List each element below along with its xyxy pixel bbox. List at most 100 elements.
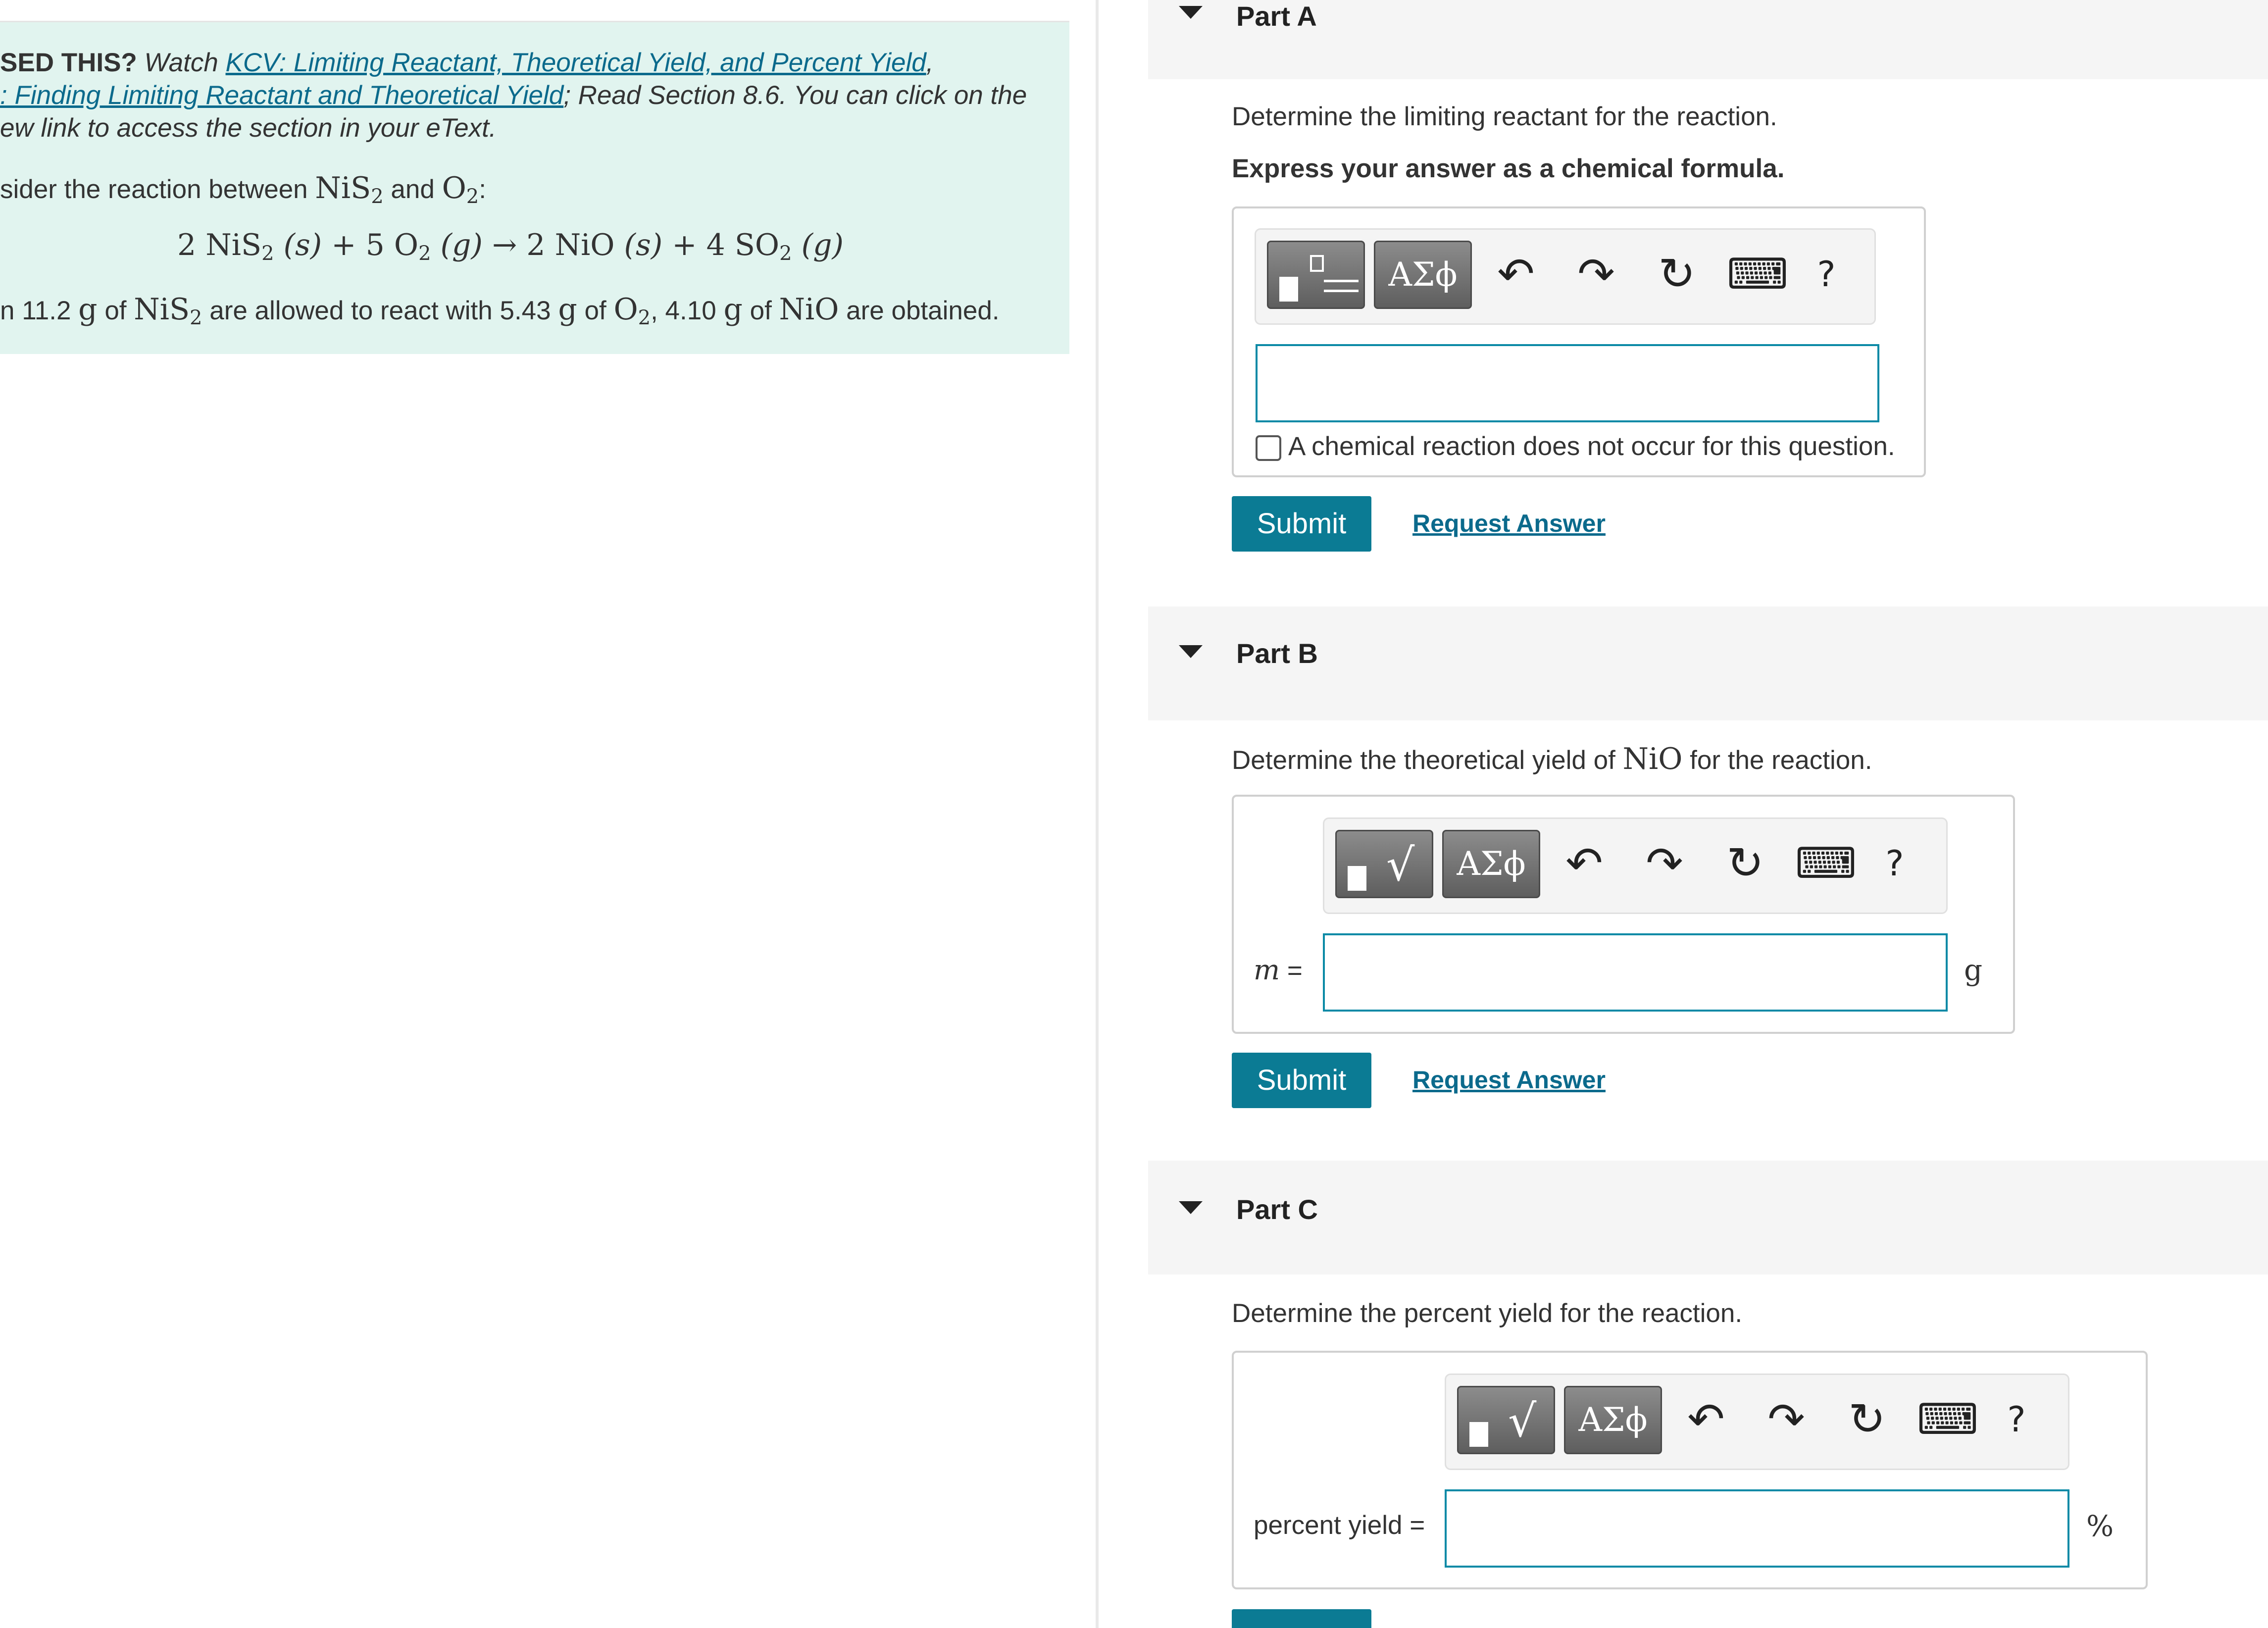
part-c-question: Determine the percent yield for the reac…	[1232, 1299, 1743, 1328]
consider-line: sider the reaction between NiS2 and O2:	[0, 171, 486, 208]
state: (s)	[283, 228, 322, 262]
part-b-answer-box: √ ΑΣϕ ↶ ↷ ↻ ⌨ ? m = g	[1232, 795, 2015, 1034]
part-title: Part C	[1236, 1194, 1318, 1225]
unit: g	[723, 292, 743, 327]
nio-formula: NiO	[1622, 742, 1683, 776]
coefficient: 2	[526, 228, 546, 262]
template-icon[interactable]	[1267, 241, 1365, 309]
consider-text: sider the reaction between	[0, 175, 308, 204]
subscript: 2	[418, 242, 431, 265]
caret-down-icon[interactable]	[1179, 1201, 1203, 1214]
question-text: Determine the theoretical yield of	[1232, 746, 1615, 775]
help-icon[interactable]: ?	[1875, 834, 1915, 893]
help-icon[interactable]: ?	[1807, 245, 1846, 304]
formula-base: O	[613, 292, 638, 327]
given-text: n 11.2	[0, 296, 71, 325]
keyboard-icon[interactable]: ⌨	[1794, 834, 1858, 893]
hint-line-2: : Finding Limiting Reactant and Theoreti…	[0, 80, 1027, 110]
part-c-header[interactable]: Part C	[1148, 1161, 2268, 1274]
help-icon[interactable]: ?	[1997, 1390, 2036, 1449]
part-b-submit-button[interactable]: Submit	[1232, 1053, 1371, 1108]
part-a-request-answer-link[interactable]: Request Answer	[1412, 509, 1606, 538]
state: (g)	[801, 228, 844, 262]
given-text: of	[104, 296, 127, 325]
problem-pane: SED THIS? Watch KCV: Limiting Reactant, …	[0, 0, 1097, 1628]
grams-unit-label: g	[1964, 953, 1983, 987]
part-a-question: Determine the limiting reactant for the …	[1232, 102, 1777, 131]
given-text: , 4.10	[651, 296, 716, 325]
keyboard-icon[interactable]: ⌨	[1915, 1390, 1980, 1449]
sqrt-glyph: √	[1386, 839, 1415, 891]
greek-symbols-icon[interactable]: ΑΣϕ	[1374, 241, 1472, 309]
species: NiS	[205, 228, 262, 262]
theoretical-yield-input[interactable]	[1323, 933, 1948, 1012]
equals-sign: =	[1280, 956, 1303, 985]
part-a-answer-box: ΑΣϕ ↶ ↷ ↻ ⌨ ? A chemical reaction does n…	[1232, 206, 1926, 477]
subscript: 2	[261, 242, 274, 265]
hint-line-3: ew link to access the section in your eT…	[0, 113, 497, 143]
o2-formula: O2	[613, 292, 651, 329]
consider-colon: :	[479, 175, 486, 204]
part-title: Part A	[1236, 0, 1317, 32]
species: SO	[734, 228, 780, 262]
variable-symbol: m	[1254, 954, 1280, 986]
consider-and: and	[391, 175, 435, 204]
hint-watch: Watch	[144, 48, 218, 77]
math-toolbar: √ ΑΣϕ ↶ ↷ ↻ ⌨ ?	[1323, 817, 1948, 914]
species: NiO	[554, 228, 615, 262]
formula-sub: 2	[466, 185, 479, 208]
hint-etext: ew link to access the section in your eT…	[0, 113, 497, 143]
part-c-answer-box: √ ΑΣϕ ↶ ↷ ↻ ⌨ ? percent yield = %	[1232, 1351, 2148, 1589]
part-b-request-answer-link[interactable]: Request Answer	[1412, 1066, 1606, 1094]
part-a-submit-button[interactable]: Submit	[1232, 496, 1371, 552]
sqrt-glyph: √	[1508, 1395, 1537, 1447]
greek-symbols-icon[interactable]: ΑΣϕ	[1564, 1386, 1662, 1454]
caret-down-icon[interactable]	[1179, 6, 1203, 19]
no-reaction-label: A chemical reaction does not occur for t…	[1288, 432, 1895, 461]
math-toolbar: √ ΑΣϕ ↶ ↷ ↻ ⌨ ?	[1445, 1374, 2069, 1470]
part-a-instruction: Express your answer as a chemical formul…	[1232, 154, 1785, 183]
species: O	[394, 228, 419, 262]
finding-limiting-reactant-link[interactable]: : Finding Limiting Reactant and Theoreti…	[0, 81, 563, 110]
nis2-formula: NiS2	[134, 292, 202, 329]
limiting-reactant-input[interactable]	[1256, 344, 1879, 422]
caret-down-icon[interactable]	[1179, 645, 1203, 658]
nio-formula: NiO	[779, 292, 839, 327]
keyboard-icon[interactable]: ⌨	[1725, 245, 1790, 304]
state: (s)	[624, 228, 663, 262]
reset-icon[interactable]: ↻	[1718, 834, 1772, 893]
part-b-question: Determine the theoretical yield of NiO f…	[1232, 742, 1872, 776]
part-a-header[interactable]: Part A	[1148, 0, 2268, 79]
formula-sub: 2	[638, 306, 651, 329]
template-icon[interactable]: √	[1335, 830, 1433, 898]
coefficient: 2	[177, 228, 197, 262]
redo-icon[interactable]: ↷	[1637, 834, 1692, 893]
given-text: of	[750, 296, 772, 325]
pane-divider[interactable]	[1096, 0, 1099, 1628]
undo-icon[interactable]: ↶	[1679, 1390, 1733, 1449]
reset-icon[interactable]: ↻	[1840, 1390, 1894, 1449]
undo-icon[interactable]: ↶	[1489, 245, 1543, 304]
percent-unit-label: %	[2086, 1509, 2114, 1543]
question-text: for the reaction.	[1690, 746, 1872, 775]
given-text: are obtained.	[846, 296, 1000, 325]
redo-icon[interactable]: ↷	[1569, 245, 1623, 304]
formula-sub: 2	[190, 306, 202, 329]
part-title: Part B	[1236, 638, 1318, 669]
template-icon[interactable]: √	[1457, 1386, 1555, 1454]
undo-icon[interactable]: ↶	[1557, 834, 1612, 893]
part-b-header[interactable]: Part B	[1148, 607, 2268, 720]
no-reaction-checkbox[interactable]	[1256, 435, 1281, 461]
part-c-submit-button[interactable]	[1232, 1609, 1371, 1628]
mass-variable-label: m =	[1254, 954, 1303, 986]
reset-icon[interactable]: ↻	[1650, 245, 1704, 304]
percent-yield-input[interactable]	[1445, 1489, 2069, 1568]
state: (g)	[440, 228, 483, 262]
given-text: are allowed to react with 5.43	[209, 296, 551, 325]
subscript: 2	[779, 242, 792, 265]
kcv-video-link[interactable]: KCV: Limiting Reactant, Theoretical Yiel…	[226, 48, 926, 77]
formula-base: NiS	[315, 171, 371, 205]
redo-icon[interactable]: ↷	[1759, 1390, 1814, 1449]
math-toolbar: ΑΣϕ ↶ ↷ ↻ ⌨ ?	[1255, 228, 1876, 325]
greek-symbols-icon[interactable]: ΑΣϕ	[1442, 830, 1540, 898]
